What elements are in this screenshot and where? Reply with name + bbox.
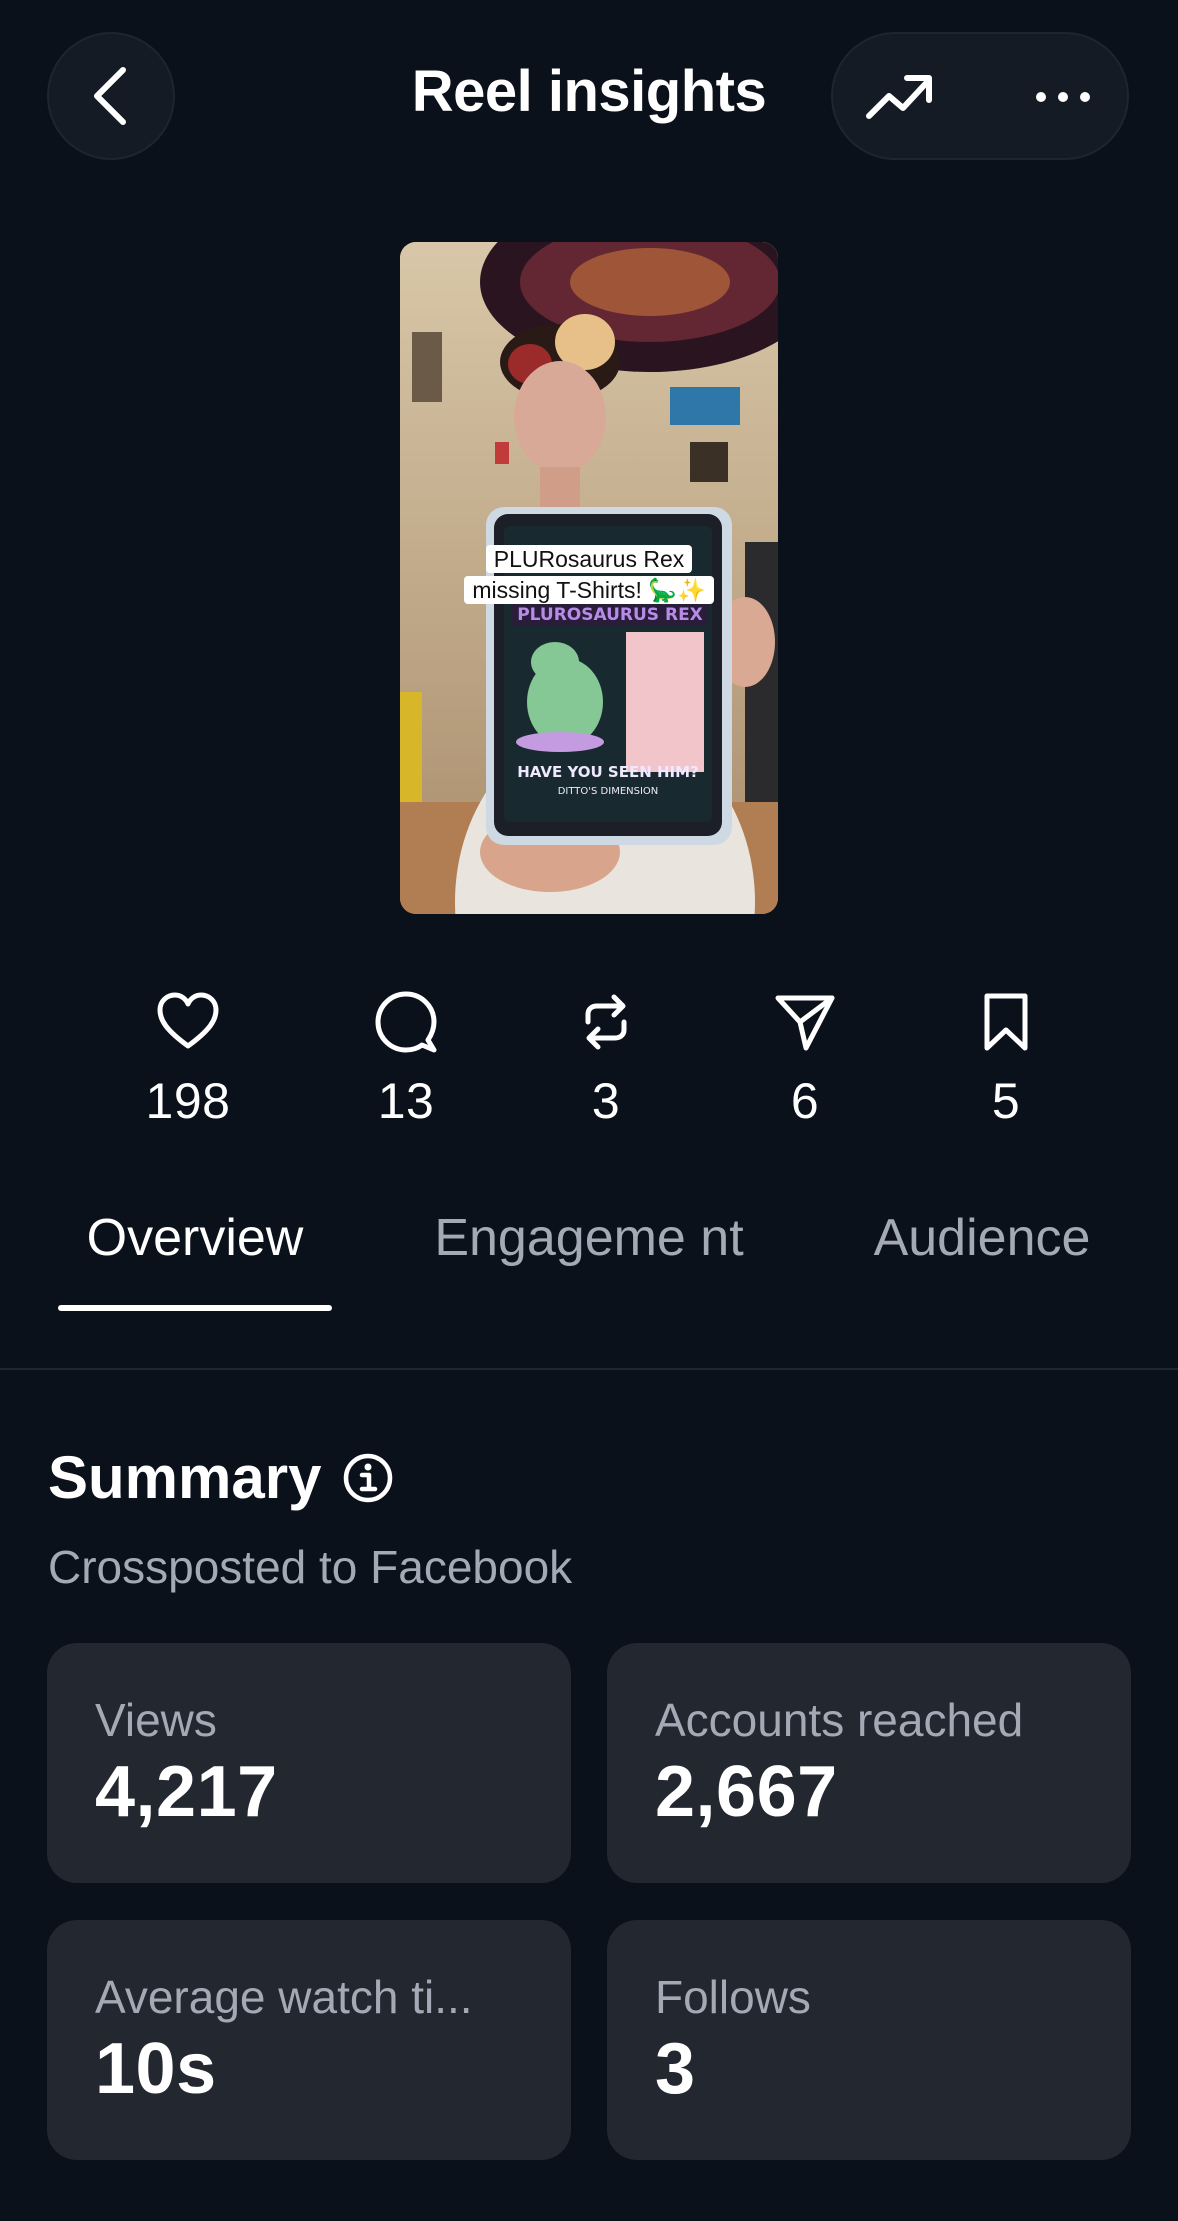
summary-title: Summary <box>48 1444 322 1511</box>
header-actions <box>831 32 1129 160</box>
likes-stat: 198 <box>118 990 258 1130</box>
tab-overview[interactable]: Overview <box>58 1206 332 1270</box>
comments-stat: 13 <box>336 990 476 1130</box>
follows-card[interactable]: Follows 3 <box>607 1920 1131 2160</box>
svg-text:PLUROSAURUS REX: PLUROSAURUS REX <box>517 605 703 625</box>
back-button[interactable] <box>47 32 175 160</box>
active-tab-indicator <box>58 1305 332 1311</box>
saves-stat: 5 <box>936 990 1076 1130</box>
average-watch-time-value: 10s <box>95 2029 217 2109</box>
shares-count: 6 <box>790 1073 820 1129</box>
reposts-stat: 3 <box>536 990 676 1130</box>
repost-icon <box>585 994 627 1050</box>
info-button[interactable] <box>342 1452 394 1509</box>
trending-up-icon <box>866 75 932 119</box>
comment-icon <box>375 991 437 1053</box>
reel-caption-line1: PLURosaurus Rex <box>485 545 693 573</box>
views-value: 4,217 <box>95 1752 278 1832</box>
likes-count: 198 <box>145 1073 231 1129</box>
svg-text:HAVE YOU SEEN HIM?: HAVE YOU SEEN HIM? <box>517 763 699 781</box>
summary-subtitle: Crossposted to Facebook <box>48 1541 573 1593</box>
divider <box>0 1368 1178 1370</box>
tab-audience[interactable]: Audience <box>852 1206 1112 1270</box>
shares-stat: 6 <box>735 990 875 1130</box>
info-icon <box>343 1453 393 1503</box>
bookmark-icon <box>984 993 1028 1051</box>
accounts-reached-value: 2,667 <box>655 1752 838 1832</box>
accounts-reached-label: Accounts reached <box>655 1694 1024 1746</box>
accounts-reached-card[interactable]: Accounts reached 2,667 <box>607 1643 1131 1883</box>
follows-label: Follows <box>655 1971 811 2023</box>
saves-count: 5 <box>991 1073 1021 1129</box>
comments-count: 13 <box>377 1073 435 1129</box>
chevron-left-icon <box>94 67 126 125</box>
svg-text:DITTO'S DIMENSION: DITTO'S DIMENSION <box>558 786 659 797</box>
heart-icon <box>157 992 219 1049</box>
views-label: Views <box>95 1694 217 1746</box>
reel-caption-line2: missing T-Shirts! 🦕✨ <box>464 576 714 604</box>
reposts-count: 3 <box>591 1073 621 1129</box>
more-horizontal-icon <box>1036 92 1090 102</box>
views-card[interactable]: Views 4,217 <box>47 1643 571 1883</box>
average-watch-time-label: Average watch ti... <box>95 1971 473 2023</box>
share-icon <box>775 995 835 1051</box>
tab-engagement[interactable]: Engageme nt <box>430 1206 748 1270</box>
reel-caption: PLURosaurus Rex missing T-Shirts! 🦕✨ <box>464 544 714 606</box>
page-title: Reel insights <box>411 59 767 124</box>
header: Reel insights <box>0 0 1178 200</box>
trends-button[interactable] <box>865 70 935 129</box>
more-button[interactable] <box>1031 70 1095 129</box>
follows-value: 3 <box>655 2029 696 2109</box>
average-watch-time-card[interactable]: Average watch ti... 10s <box>47 1920 571 2160</box>
reel-thumbnail[interactable]: PLUROSAURUS REX HAVE YOU SEEN HIM? DITTO… <box>400 242 778 914</box>
